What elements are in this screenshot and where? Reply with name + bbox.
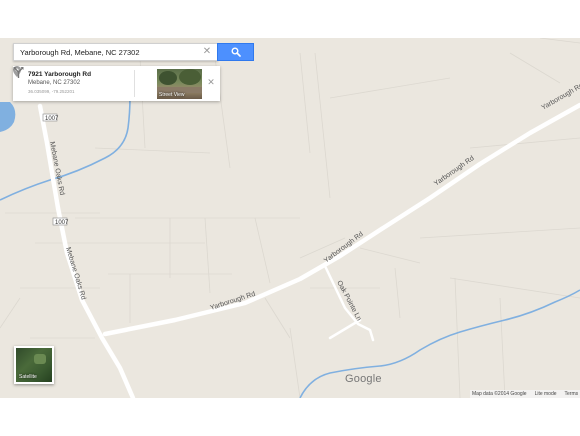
search-button[interactable] xyxy=(217,43,254,61)
stream-southeast xyxy=(299,289,580,398)
stream-northwest xyxy=(0,95,131,201)
close-icon[interactable]: ✕ xyxy=(201,46,213,58)
google-logo: Google xyxy=(345,373,382,385)
close-icon[interactable]: ✕ xyxy=(206,76,216,88)
svg-text:1007: 1007 xyxy=(55,220,69,226)
card-divider xyxy=(134,70,135,97)
svg-text:1007: 1007 xyxy=(45,116,59,122)
map-canvas[interactable]: Yarborough Rd Yarborough Rd Yarborough R… xyxy=(0,38,580,398)
label-yarborough-2: Yarborough Rd xyxy=(323,231,365,265)
label-oak-pointe: Oak Pointe Ln xyxy=(335,280,362,323)
place-address: Mebane, NC 27302 xyxy=(28,80,81,86)
label-mebane-oaks-2: Mebane Oaks Rd xyxy=(64,247,87,301)
place-info-card: 7921 Yarborough Rd Mebane, NC 27302 36.0… xyxy=(13,66,220,101)
pond xyxy=(0,102,16,132)
place-coordinates: 36.035099, -79.252201 xyxy=(28,89,75,94)
directions-icon[interactable] xyxy=(13,66,24,78)
satellite-label: Satellite xyxy=(19,374,37,380)
streams xyxy=(0,95,580,398)
thumb-tree xyxy=(179,69,201,85)
search-icon xyxy=(231,47,241,57)
street-view-thumbnail[interactable]: Street View xyxy=(157,69,202,99)
search-box[interactable]: ✕ xyxy=(13,43,218,61)
map-footer: Map data ©2014 Google Lite mode Terms xyxy=(470,390,580,398)
yarborough-road xyxy=(102,102,580,337)
terms-link[interactable]: Terms xyxy=(565,390,579,398)
route-shield-2: 1007 xyxy=(52,217,69,226)
route-shield-1: 1007 xyxy=(42,113,59,122)
satellite-toggle[interactable]: Satellite xyxy=(14,346,54,384)
page-frame: Yarborough Rd Yarborough Rd Yarborough R… xyxy=(0,0,580,436)
street-view-label: Street View xyxy=(159,92,185,98)
place-name: 7921 Yarborough Rd xyxy=(28,71,92,78)
map-data-attribution: Map data ©2014 Google xyxy=(472,391,527,397)
oak-pointe-spur xyxy=(328,318,362,340)
search-input[interactable] xyxy=(14,44,199,60)
lite-mode-link[interactable]: Lite mode xyxy=(535,390,557,398)
satellite-thumb-patch xyxy=(34,354,46,364)
thumb-tree xyxy=(159,71,177,85)
